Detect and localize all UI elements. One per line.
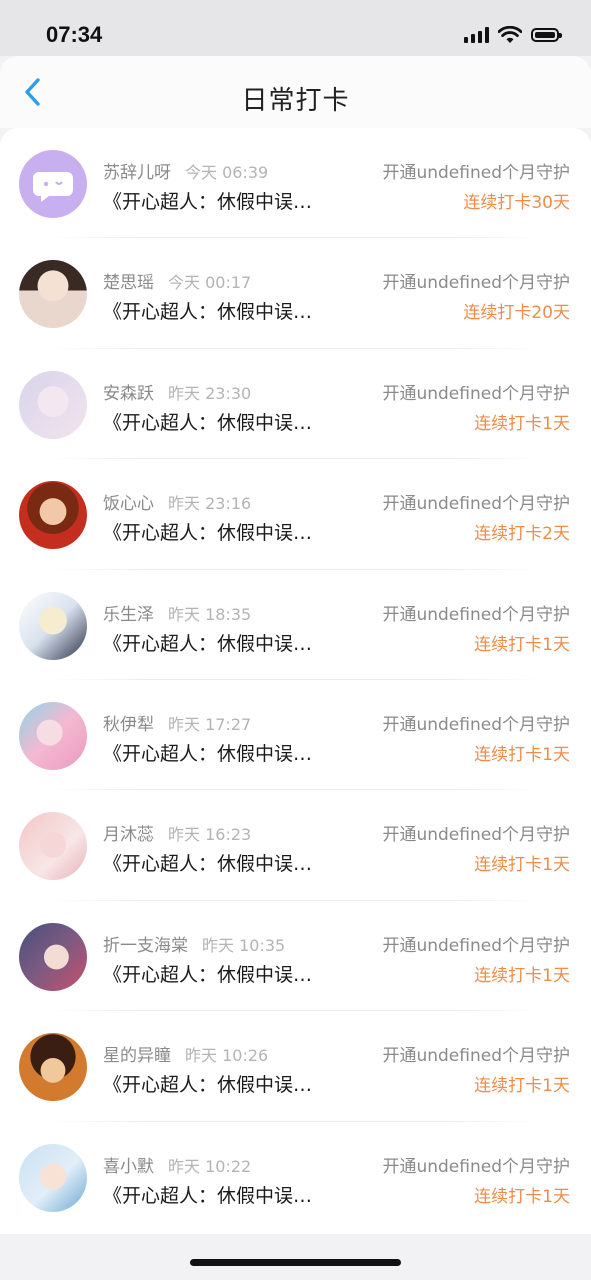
checkin-time: 昨天 10:22 xyxy=(168,1156,252,1176)
user-name[interactable]: 秋伊犁 xyxy=(103,715,154,735)
guard-status: 开通undefined个月守护 xyxy=(382,604,570,625)
content-excerpt: 《开心超人：休假中误… xyxy=(103,411,313,434)
status-bar: 07:34 xyxy=(0,0,591,56)
list-item[interactable]: 饭心心 昨天 23:16 《开心超人：休假中误… 开通undefined个月守护连续打… xyxy=(0,459,591,570)
avatar[interactable] xyxy=(19,1143,87,1212)
content-excerpt: 《开心超人：休假中误… xyxy=(103,522,313,545)
checkin-streak: 连续打卡20天 xyxy=(463,303,570,324)
content-excerpt: 《开心超人：休假中误… xyxy=(103,963,313,986)
checkin-streak: 连续打卡2天 xyxy=(474,524,570,545)
content-excerpt: 《开心超人：休假中误… xyxy=(103,853,313,876)
checkin-time: 昨天 17:27 xyxy=(168,714,252,734)
user-name-line: 饭心心 昨天 23:16 xyxy=(103,489,251,514)
guard-status: 开通undefined个月守护 xyxy=(382,935,570,956)
user-name-line: 折一支海棠 昨天 10:35 xyxy=(103,931,285,956)
checkin-streak: 连续打卡1天 xyxy=(474,744,570,765)
checkin-streak: 连续打卡1天 xyxy=(474,1186,570,1207)
list-item[interactable]: 苏辞儿呀 今天 06:39 《开心超人：休假中误… 开通undefined个月守护连续… xyxy=(0,128,591,239)
guard-status: 开通undefined个月守护 xyxy=(382,163,570,183)
checkin-time: 昨天 16:23 xyxy=(168,825,252,845)
user-name-line: 喜小默 昨天 10:22 xyxy=(103,1152,251,1177)
user-name-line: 安森跃 昨天 23:30 xyxy=(103,379,251,404)
list-item[interactable]: 秋伊犁 昨天 17:27 《开心超人：休假中误… 开通undefined个月守护连续打… xyxy=(0,680,591,791)
checkin-time: 昨天 10:35 xyxy=(202,935,286,955)
cellular-signal-icon xyxy=(464,27,489,43)
home-indicator[interactable] xyxy=(190,1259,401,1266)
user-name[interactable]: 月沐蕊 xyxy=(103,825,154,845)
list-item[interactable]: 安森跃 昨天 23:30 《开心超人：休假中误… 开通undefined个月守护连续打… xyxy=(0,349,591,460)
user-name-line: 月沐蕊 昨天 16:23 xyxy=(103,820,251,845)
guard-status: 开通undefined个月守护 xyxy=(382,1046,570,1067)
content-excerpt: 《开心超人：休假中误… xyxy=(103,301,313,324)
list-item[interactable]: 乐生泽 昨天 18:35 《开心超人：休假中误… 开通undefined个月守护连续打… xyxy=(0,570,591,680)
list-item[interactable]: 月沐蕊 昨天 16:23 《开心超人：休假中误… 开通undefined个月守护连续打… xyxy=(0,790,591,901)
checkin-streak: 连续打卡1天 xyxy=(474,1076,570,1097)
nav-bar: 日常打卡 xyxy=(0,56,591,128)
avatar[interactable] xyxy=(19,150,87,218)
wifi-icon xyxy=(498,26,522,43)
user-name-line: 星的异瞳 昨天 10:26 xyxy=(103,1041,268,1066)
content-excerpt: 《开心超人：休假中误… xyxy=(103,1184,313,1207)
list-item[interactable]: 楚思瑶 今天 00:17 《开心超人：休假中误… 开通undefined个月守护连续打… xyxy=(0,238,591,349)
avatar[interactable] xyxy=(19,701,87,770)
checkin-streak: 连续打卡30天 xyxy=(463,193,570,213)
guard-status: 开通undefined个月守护 xyxy=(382,1156,570,1177)
checkin-streak: 连续打卡1天 xyxy=(474,413,570,434)
list-item[interactable]: 折一支海棠 昨天 10:35 《开心超人：休假中误… 开通undefined个月守护连… xyxy=(0,901,591,1012)
user-name-line: 楚思瑶 今天 00:17 xyxy=(103,268,251,293)
user-name-line: 乐生泽 昨天 18:35 xyxy=(103,600,251,625)
guard-status: 开通undefined个月守护 xyxy=(382,273,570,294)
user-name[interactable]: 苏辞儿呀 xyxy=(103,163,171,183)
footer xyxy=(0,1234,591,1280)
user-name[interactable]: 楚思瑶 xyxy=(103,273,154,293)
checkin-time: 昨天 23:30 xyxy=(168,383,252,403)
content-excerpt: 《开心超人：休假中误… xyxy=(103,191,313,213)
guard-status: 开通undefined个月守护 xyxy=(382,494,570,515)
checkin-time: 昨天 10:26 xyxy=(185,1046,269,1066)
checkin-streak: 连续打卡1天 xyxy=(474,965,570,986)
guard-status: 开通undefined个月守护 xyxy=(382,825,570,846)
avatar[interactable] xyxy=(19,481,87,550)
user-name-line: 秋伊犁 昨天 17:27 xyxy=(103,710,251,735)
avatar[interactable] xyxy=(19,591,87,660)
checkin-streak: 连续打卡1天 xyxy=(474,634,570,655)
user-name-line: 苏辞儿呀 今天 06:39 xyxy=(103,158,268,183)
chat-bubble-icon xyxy=(33,172,73,202)
user-name[interactable]: 喜小默 xyxy=(103,1157,154,1177)
checkin-list[interactable]: 苏辞儿呀 今天 06:39 《开心超人：休假中误… 开通undefined个月守护 连续… xyxy=(0,128,591,1234)
guard-status: 开通undefined个月守护 xyxy=(382,714,570,735)
user-name[interactable]: 乐生泽 xyxy=(103,605,154,625)
user-name[interactable]: 安森跃 xyxy=(103,384,154,404)
avatar[interactable] xyxy=(19,1033,87,1102)
avatar[interactable] xyxy=(19,812,87,881)
content-excerpt: 《开心超人：休假中误… xyxy=(103,632,313,655)
status-time: 07:34 xyxy=(46,22,103,47)
checkin-time: 昨天 18:35 xyxy=(168,604,252,624)
avatar[interactable] xyxy=(19,370,87,439)
guard-status: 开通undefined个月守护 xyxy=(382,383,570,404)
checkin-time: 今天 06:39 xyxy=(185,163,269,182)
user-name[interactable]: 饭心心 xyxy=(103,494,154,514)
avatar[interactable] xyxy=(19,922,87,991)
avatar[interactable] xyxy=(19,260,87,329)
list-item[interactable]: 喜小默 昨天 10:22 《开心超人：休假中误… 开通undefined个月守护连续打… xyxy=(0,1122,591,1232)
content-excerpt: 《开心超人：休假中误… xyxy=(103,742,313,765)
checkin-time: 昨天 23:16 xyxy=(168,494,252,514)
user-name[interactable]: 折一支海棠 xyxy=(103,936,188,956)
checkin-time: 今天 00:17 xyxy=(168,273,252,293)
battery-icon xyxy=(531,28,562,42)
checkin-streak: 连续打卡1天 xyxy=(474,855,570,876)
list-item[interactable]: 星的异瞳 昨天 10:26 《开心超人：休假中误… 开通undefined个月守护连续… xyxy=(0,1011,591,1122)
content-excerpt: 《开心超人：休假中误… xyxy=(103,1074,313,1097)
status-icons xyxy=(464,26,562,44)
page-title: 日常打卡 xyxy=(241,86,350,116)
user-name[interactable]: 星的异瞳 xyxy=(103,1046,171,1066)
